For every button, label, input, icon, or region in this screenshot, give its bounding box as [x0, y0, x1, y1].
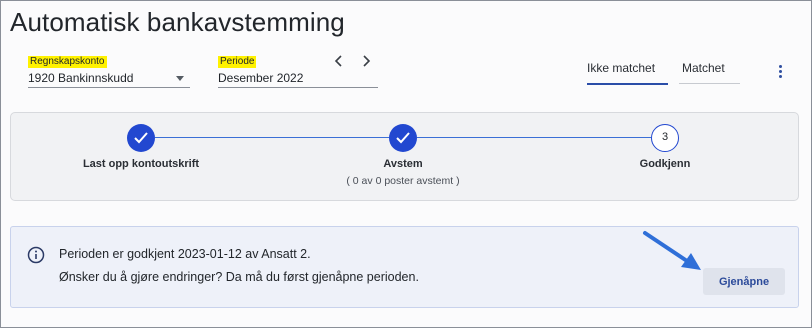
- info-banner: Perioden er godkjent 2023-01-12 av Ansat…: [10, 226, 799, 308]
- account-select[interactable]: Regnskapskonto 1920 Bankinnskudd: [28, 56, 190, 88]
- period-value: Desember 2022: [218, 71, 304, 85]
- step-1-label: Last opp kontoutskrift: [82, 158, 200, 170]
- account-value: 1920 Bankinnskudd: [28, 71, 134, 85]
- tab-inactive-underline: [679, 83, 740, 84]
- step-3-number: 3: [651, 124, 679, 152]
- step-connector: [155, 137, 389, 138]
- chevron-down-icon: [176, 76, 184, 81]
- step-2-label: Avstem: [383, 158, 423, 170]
- page-title: Automatisk bankavstemming: [10, 7, 345, 37]
- chevron-right-icon[interactable]: [359, 53, 373, 69]
- more-vertical-icon[interactable]: [775, 65, 785, 81]
- step-1-check-icon: [127, 124, 155, 152]
- step-3-label: Godkjenn: [639, 158, 691, 170]
- period-field[interactable]: Periode Desember 2022: [218, 56, 378, 88]
- step-2-sublabel: ( 0 av 0 poster avstemt ): [346, 175, 460, 187]
- tab-active-indicator: [587, 83, 668, 85]
- reopen-button[interactable]: Gjenåpne: [703, 268, 785, 295]
- chevron-left-icon[interactable]: [332, 53, 346, 69]
- info-message-line-2: Ønsker du å gjøre endringer? Da må du fø…: [59, 270, 419, 284]
- period-label: Periode: [218, 56, 257, 68]
- info-icon: [27, 246, 45, 264]
- tab-matchet[interactable]: Matchet: [682, 61, 725, 75]
- app-window: Automatisk bankavstemming Regnskapskonto…: [0, 0, 812, 328]
- step-2-check-icon: [389, 124, 417, 152]
- period-underline: [218, 87, 378, 88]
- tab-ikke-matchet[interactable]: Ikke matchet: [587, 61, 655, 75]
- stepper: Last opp kontoutskrift Avstem ( 0 av 0 p…: [10, 112, 799, 201]
- account-label: Regnskapskonto: [28, 56, 107, 68]
- info-message-line-1: Perioden er godkjent 2023-01-12 av Ansat…: [59, 247, 311, 261]
- step-connector: [417, 137, 651, 138]
- account-underline: [28, 87, 190, 88]
